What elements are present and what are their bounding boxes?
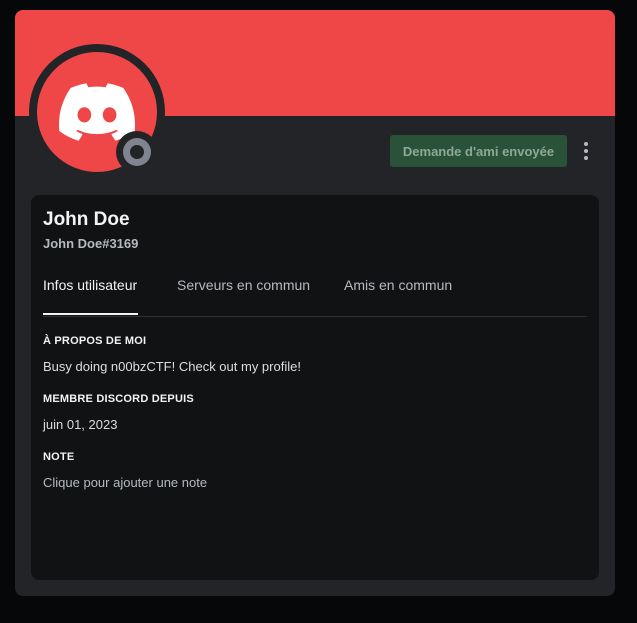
user-tag: John Doe#3169	[43, 236, 139, 251]
about-me-title: À PROPOS DE MOI	[43, 335, 147, 347]
more-vertical-icon[interactable]	[579, 138, 593, 164]
more-dot	[584, 156, 588, 160]
display-name: John Doe	[43, 209, 130, 230]
note-title: NOTE	[43, 451, 75, 463]
member-since-title: MEMBRE DISCORD DEPUIS	[43, 393, 194, 405]
about-me-text: Busy doing n00bzCTF! Check out my profil…	[43, 359, 301, 374]
member-since-date: juin 01, 2023	[43, 417, 118, 432]
tab-mutual-friends[interactable]: Amis en commun	[344, 277, 452, 315]
more-dot	[584, 149, 588, 153]
more-dot	[584, 142, 588, 146]
profile-info-card: John Doe John Doe#3169 Infos utilisateur…	[31, 195, 599, 580]
profile-tabs: Infos utilisateur Serveurs en commun Ami…	[43, 277, 587, 317]
user-profile-modal: Demande d'ami envoyée John Doe John Doe#…	[15, 10, 615, 596]
note-input[interactable]: Clique pour ajouter une note	[43, 475, 207, 490]
discord-logo-icon	[59, 83, 135, 141]
status-dot-hole	[130, 145, 144, 159]
tab-mutual-servers[interactable]: Serveurs en commun	[177, 277, 310, 315]
tab-user-info[interactable]: Infos utilisateur	[43, 277, 138, 315]
friend-request-sent-button[interactable]: Demande d'ami envoyée	[390, 135, 567, 167]
tab-divider	[43, 316, 587, 317]
